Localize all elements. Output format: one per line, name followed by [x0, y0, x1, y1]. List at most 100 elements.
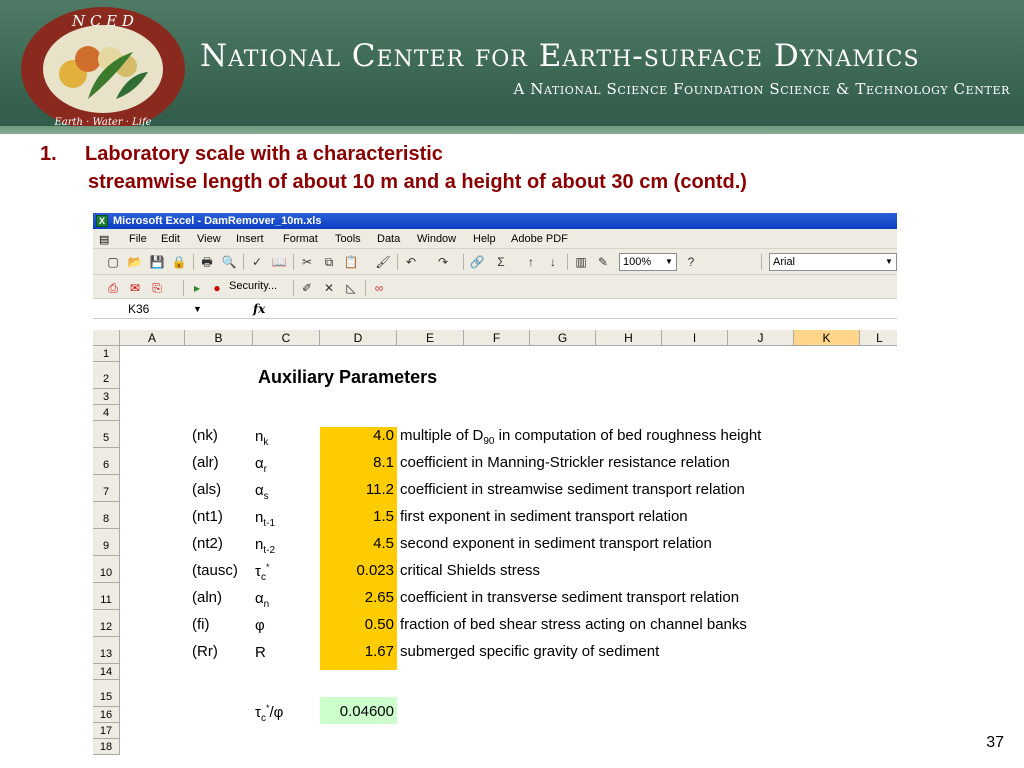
row-header-17[interactable]: 17: [93, 723, 120, 739]
sort-ascending-icon[interactable]: ↑: [523, 254, 539, 270]
row-header-5[interactable]: 5: [93, 421, 120, 448]
chevron-down-icon[interactable]: ▼: [193, 299, 202, 319]
param-description[interactable]: critical Shields stress: [400, 562, 540, 582]
column-header-i[interactable]: I: [662, 330, 728, 346]
param-code[interactable]: (nk): [192, 427, 218, 444]
param-value[interactable]: 4.5: [320, 535, 394, 552]
spelling-icon[interactable]: ✓: [249, 254, 265, 270]
redo-icon[interactable]: ↷: [435, 254, 451, 270]
autosum-icon[interactable]: Σ: [493, 254, 509, 270]
param-symbol[interactable]: nt-2: [255, 535, 275, 556]
column-header-e[interactable]: E: [397, 330, 464, 346]
row-header-12[interactable]: 12: [93, 610, 120, 637]
column-header-f[interactable]: F: [464, 330, 530, 346]
pdf-review-icon[interactable]: ⎘: [149, 280, 165, 296]
print-preview-icon[interactable]: 🔍: [221, 254, 237, 270]
hyperlink-icon[interactable]: 🔗: [469, 254, 485, 270]
param-code[interactable]: (tausc): [192, 562, 238, 579]
visual-basic-icon[interactable]: ✐: [299, 280, 315, 296]
security-button[interactable]: Security...: [229, 280, 277, 292]
param-value[interactable]: 0.023: [320, 562, 394, 579]
row-header-15[interactable]: 15: [93, 680, 120, 707]
zoom-select[interactable]: 100% ▼: [619, 253, 677, 271]
menu-tools[interactable]: Tools: [335, 233, 361, 245]
column-header-k[interactable]: K: [794, 330, 860, 346]
excel-title-bar[interactable]: X Microsoft Excel - DamRemover_10m.xls: [93, 213, 897, 229]
drawing-icon[interactable]: ✎: [595, 254, 611, 270]
row-header-14[interactable]: 14: [93, 664, 120, 680]
research-icon[interactable]: 📖: [271, 254, 287, 270]
param-symbol[interactable]: φ: [255, 616, 265, 637]
row-header-11[interactable]: 11: [93, 583, 120, 610]
row-header-7[interactable]: 7: [93, 475, 120, 502]
param-description[interactable]: submerged specific gravity of sediment: [400, 643, 659, 663]
undo-icon[interactable]: ↶: [403, 254, 419, 270]
row-header-8[interactable]: 8: [93, 502, 120, 529]
menu-format[interactable]: Format: [283, 233, 318, 245]
excel-app-icon[interactable]: X: [96, 215, 108, 227]
row-header-16[interactable]: 16: [93, 707, 120, 723]
param-code[interactable]: (nt1): [192, 508, 223, 525]
param-value[interactable]: 8.1: [320, 454, 394, 471]
column-header-c[interactable]: C: [253, 330, 320, 346]
row-header-2[interactable]: 2: [93, 362, 120, 389]
paste-icon[interactable]: 📋: [343, 254, 359, 270]
select-all-corner[interactable]: [93, 330, 120, 346]
param-symbol[interactable]: αn: [255, 589, 269, 610]
param-value[interactable]: 1.67: [320, 643, 394, 660]
param-code[interactable]: (fi): [192, 616, 210, 633]
sort-descending-icon[interactable]: ↓: [545, 254, 561, 270]
chart-wizard-icon[interactable]: ▥: [573, 254, 589, 270]
pdf-email-icon[interactable]: ✉: [127, 280, 143, 296]
menu-adobe-pdf[interactable]: Adobe PDF: [511, 233, 568, 245]
param-code[interactable]: (alr): [192, 454, 219, 471]
open-icon[interactable]: 📂: [127, 254, 143, 270]
param-value[interactable]: 4.0: [320, 427, 394, 444]
menu-help[interactable]: Help: [473, 233, 496, 245]
param-code[interactable]: (aln): [192, 589, 222, 606]
new-icon[interactable]: ▢: [105, 254, 121, 270]
param-description[interactable]: fraction of bed shear stress acting on c…: [400, 616, 747, 636]
record-icon[interactable]: ●: [209, 280, 225, 296]
param-code[interactable]: (nt2): [192, 535, 223, 552]
param-value[interactable]: 2.65: [320, 589, 394, 606]
row-header-13[interactable]: 13: [93, 637, 120, 664]
column-header-h[interactable]: H: [596, 330, 662, 346]
save-icon[interactable]: 💾: [149, 254, 165, 270]
menu-view[interactable]: View: [197, 233, 221, 245]
row-header-3[interactable]: 3: [93, 389, 120, 405]
param-code[interactable]: (Rr): [192, 643, 218, 660]
cut-icon[interactable]: ✂: [299, 254, 315, 270]
param-description[interactable]: multiple of D90 in computation of bed ro…: [400, 427, 761, 447]
menu-file[interactable]: File: [129, 233, 147, 245]
param-symbol[interactable]: τc*: [255, 562, 269, 583]
menu-edit[interactable]: Edit: [161, 233, 180, 245]
column-header-l[interactable]: L: [860, 330, 897, 346]
column-header-b[interactable]: B: [185, 330, 253, 346]
param-value[interactable]: 0.50: [320, 616, 394, 633]
row-header-9[interactable]: 9: [93, 529, 120, 556]
param-description[interactable]: coefficient in Manning-Strickler resista…: [400, 454, 730, 474]
fx-icon[interactable]: fx: [253, 299, 265, 319]
glasses-icon[interactable]: ∞: [371, 280, 387, 296]
column-header-g[interactable]: G: [530, 330, 596, 346]
run-icon[interactable]: ▸: [189, 280, 205, 296]
param-description[interactable]: first exponent in sediment transport rel…: [400, 508, 688, 528]
pdf-convert-icon[interactable]: ⎙: [105, 280, 121, 296]
param-code[interactable]: (als): [192, 481, 221, 498]
help-icon[interactable]: ?: [683, 254, 699, 270]
ratio-symbol[interactable]: τc*/φ: [255, 703, 283, 724]
row-header-6[interactable]: 6: [93, 448, 120, 475]
param-description[interactable]: coefficient in transverse sediment trans…: [400, 589, 739, 609]
column-header-d[interactable]: D: [320, 330, 397, 346]
menu-data[interactable]: Data: [377, 233, 400, 245]
row-header-18[interactable]: 18: [93, 739, 120, 755]
permission-icon[interactable]: 🔒: [171, 254, 187, 270]
param-value[interactable]: 11.2: [320, 481, 394, 498]
font-select[interactable]: Arial ▼: [769, 253, 897, 271]
copy-icon[interactable]: ⧉: [321, 254, 337, 270]
param-symbol[interactable]: αr: [255, 454, 267, 475]
param-symbol[interactable]: R: [255, 643, 266, 664]
param-symbol[interactable]: nt-1: [255, 508, 275, 529]
menu-insert[interactable]: Insert: [236, 233, 264, 245]
